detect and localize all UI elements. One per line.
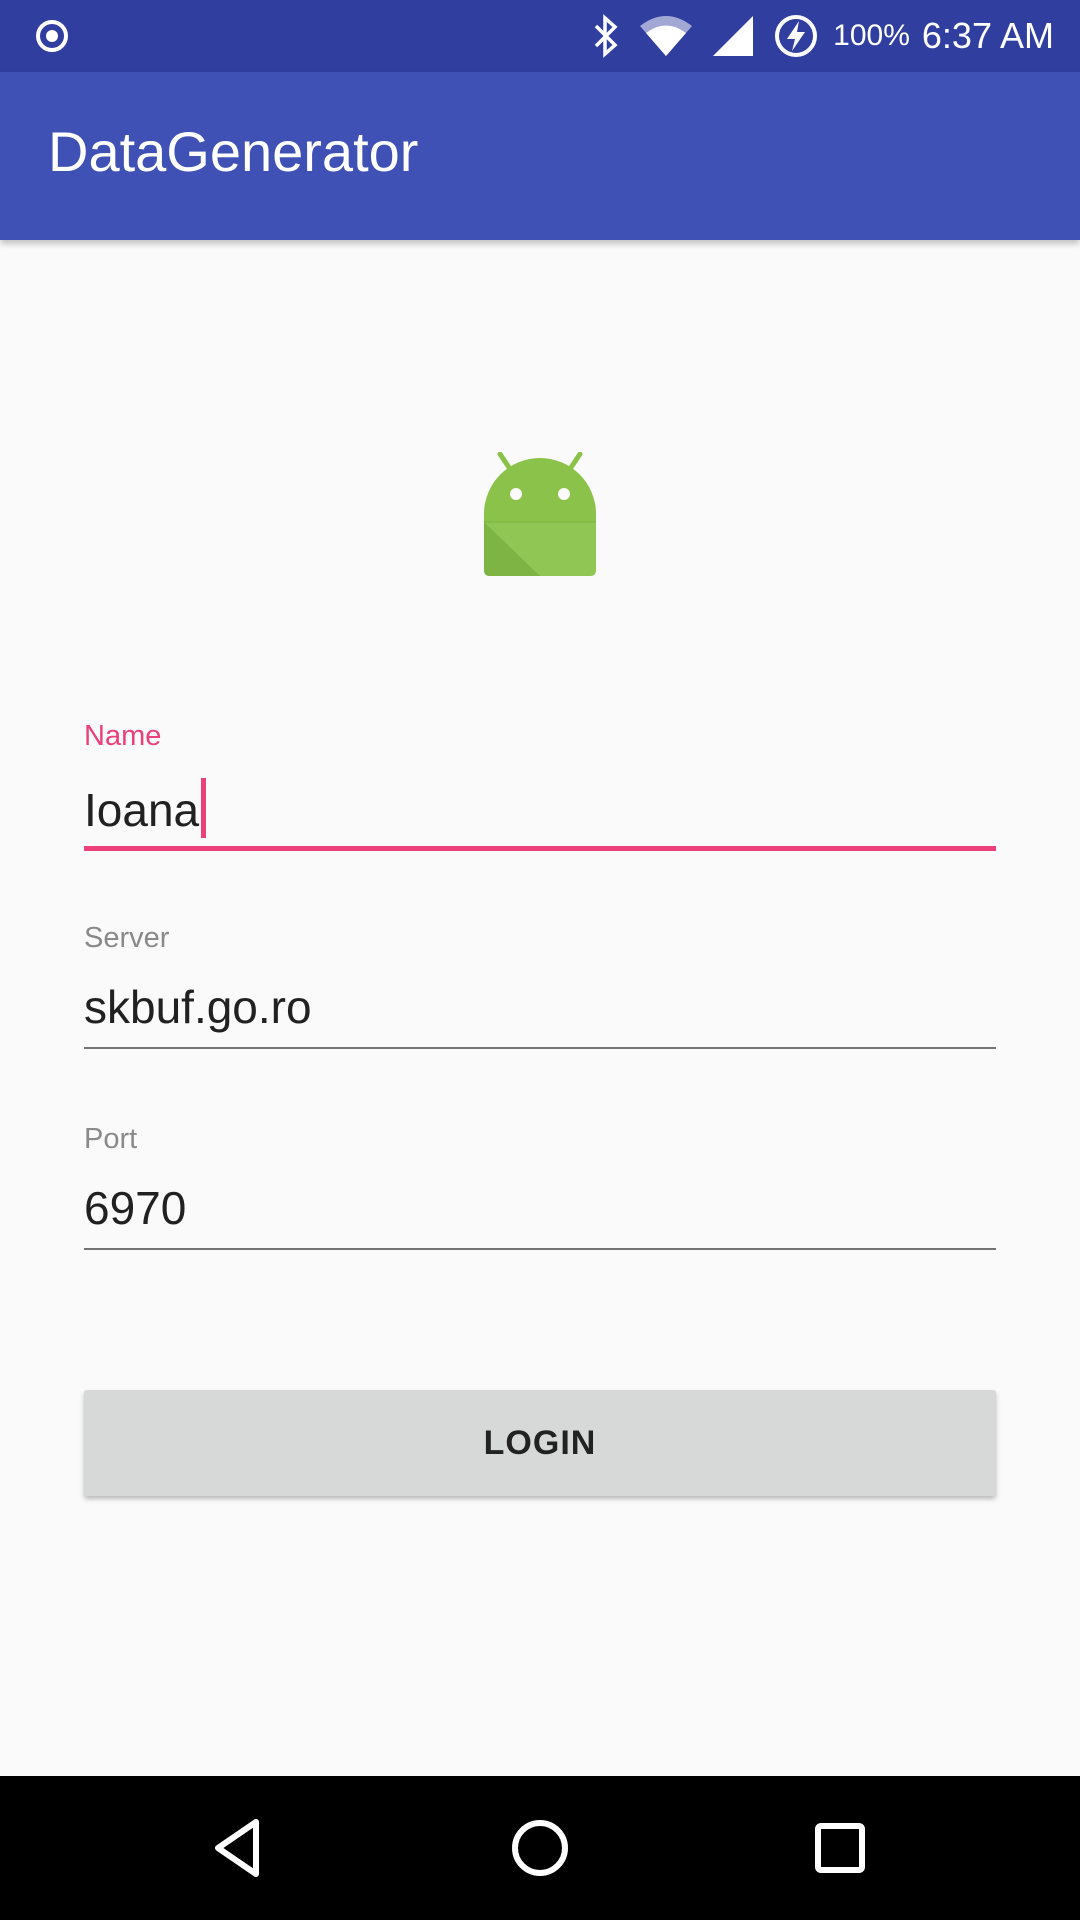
name-label: Name <box>84 720 162 752</box>
text-cursor <box>201 778 207 838</box>
name-underline <box>84 846 996 851</box>
home-icon[interactable] <box>504 1812 576 1884</box>
port-value: 6970 <box>84 1182 187 1234</box>
signal-icon <box>713 16 754 56</box>
back-icon[interactable] <box>204 1812 276 1884</box>
app-title: DataGenerator <box>48 120 419 183</box>
port-label: Port <box>84 1123 138 1155</box>
status-indicators: 100% 6:37 AM <box>573 0 1054 72</box>
server-input[interactable]: skbuf.go.ro <box>84 980 312 1034</box>
record-icon <box>36 20 68 52</box>
server-underline <box>84 1047 996 1049</box>
server-label: Server <box>84 922 170 954</box>
server-value: skbuf.go.ro <box>84 981 312 1033</box>
navigation-bar <box>0 1776 1080 1920</box>
android-icon <box>484 452 596 576</box>
battery-charging-icon <box>775 15 818 57</box>
port-underline <box>84 1248 996 1250</box>
port-field-container: Port 6970 <box>84 1123 996 1253</box>
login-button[interactable]: LOGIN <box>84 1390 996 1496</box>
name-input[interactable]: Ioana <box>84 778 207 838</box>
status-bar: 100% 6:37 AM <box>0 0 1080 72</box>
battery-level: 100% <box>833 19 910 52</box>
recents-icon[interactable] <box>804 1812 876 1884</box>
server-field-container: Server skbuf.go.ro <box>84 922 996 1052</box>
port-input[interactable]: 6970 <box>84 1181 186 1235</box>
wifi-icon <box>640 16 693 56</box>
app-bar: DataGenerator <box>0 72 1080 240</box>
name-field-container: Name Ioana <box>84 720 996 854</box>
screen: 100% 6:37 AM DataGenerator Name Ioana Se… <box>0 0 1080 1920</box>
bluetooth-icon <box>594 14 618 58</box>
clock: 6:37 AM <box>921 15 1054 56</box>
name-value: Ioana <box>84 784 200 836</box>
